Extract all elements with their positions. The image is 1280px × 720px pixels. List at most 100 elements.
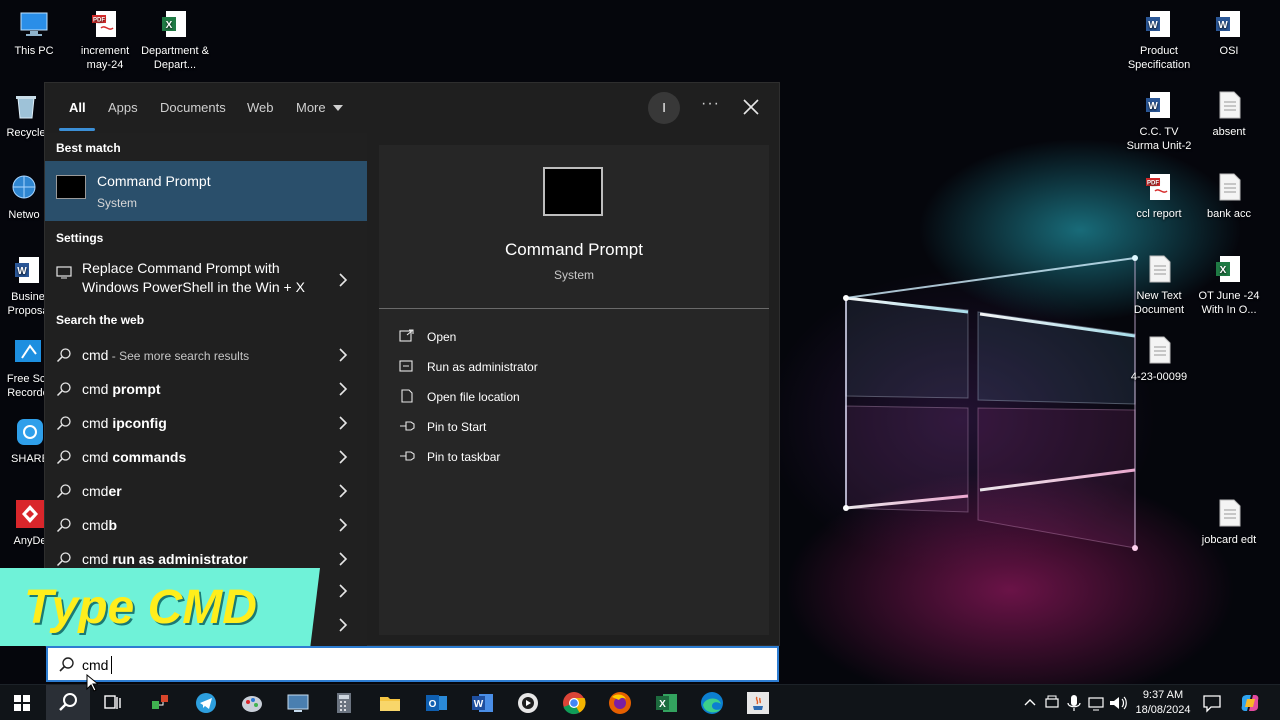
desktop-icon-bank-acc[interactable]: bank acc [1193,171,1265,221]
web-result-completion: ipconfig [112,415,167,431]
web-result-row[interactable]: cmder [45,473,367,507]
recycle-bin-icon [16,96,36,119]
more-options-button[interactable]: ··· [701,95,720,113]
app-icon-chrome[interactable] [560,689,588,717]
web-result-query: cmd [82,347,109,363]
desktop-icon-new-text-document[interactable]: New Text Document [1123,253,1195,317]
detail-divider [379,308,769,309]
svg-text:W: W [474,699,484,710]
copilot-icon[interactable] [1236,689,1264,717]
detail-app-name: Command Prompt [505,240,643,259]
app-icon-outlook[interactable]: O [422,689,450,717]
action-run-as-administrator[interactable]: Run as administrator [399,356,699,378]
chevron-right-icon[interactable] [338,552,348,566]
web-result-completion: b [108,517,118,533]
web-result-row[interactable]: cmdb [45,507,367,541]
taskbar: O W X 9:37 AM 18/08/2024 [0,684,1280,720]
active-tab-indicator [59,128,95,131]
app-icon-word[interactable]: W [468,689,496,717]
desktop-icon-jobcard-edt[interactable]: jobcard edt [1193,497,1265,547]
app-icon-java[interactable] [744,689,772,717]
web-result-row[interactable]: cmd ipconfig [45,405,367,439]
app-icon-network-tool[interactable] [146,689,174,717]
app-icon-paint[interactable] [238,689,266,717]
chevron-right-icon[interactable] [338,618,348,632]
chevron-right-icon[interactable] [338,348,348,362]
web-result-row[interactable]: cmd commands [45,439,367,473]
app-icon-firefox[interactable] [606,689,634,717]
best-match-result[interactable]: Command Prompt System [45,161,367,221]
desktop-icon-ccl-report[interactable]: PDF ccl report [1123,171,1195,221]
detail-app-subtitle: System [553,268,594,282]
best-match-name: Command Prompt [97,173,211,189]
desktop-icon-osi[interactable]: W OSI [1193,8,1265,58]
excel-document-icon: X [162,11,186,37]
screen-recorder-icon [15,340,41,362]
chevron-right-icon[interactable] [338,584,348,598]
chevron-right-icon[interactable] [338,273,348,287]
desktop-icon-label: absent [1212,126,1246,138]
chevron-right-icon[interactable] [338,484,348,498]
windows-start-icon[interactable] [8,689,36,717]
desktop-icon-absent[interactable]: absent [1193,89,1265,139]
search-icon [56,518,71,533]
user-avatar[interactable]: I [648,92,680,124]
settings-result-powershell[interactable]: Replace Command Prompt with Windows Powe… [45,259,367,301]
desktop-icon-product-specification[interactable]: W Product Specification [1123,8,1195,72]
desktop-icon-4-23-00099[interactable]: 4-23-00099 [1123,334,1195,384]
tab-documents[interactable]: Documents [160,100,226,115]
svg-text:W: W [1148,20,1158,31]
task-view-icon[interactable] [98,689,126,717]
desktop-icon-department-excel[interactable]: X Department & Depart... [139,8,211,72]
desktop-icon-increment-pdf[interactable]: PDF increment may-24 [69,8,141,72]
web-result-text: cmdb [82,517,117,533]
notifications-icon[interactable] [1198,689,1226,717]
action-open[interactable]: Open [399,326,699,348]
chevron-down-icon [333,105,344,111]
app-icon-excel[interactable]: X [652,689,680,717]
web-result-query: cmd [82,517,109,533]
taskbar-clock[interactable]: 9:37 AM 18/08/2024 [1132,688,1194,718]
search-icon [56,450,71,465]
app-icon-calculator[interactable] [330,689,358,717]
tutorial-caption-banner: Type CMD [0,568,320,646]
app-icon-remote-desktop[interactable] [284,689,312,717]
taskbar-search-button[interactable] [46,685,90,720]
chevron-right-icon[interactable] [338,416,348,430]
chevron-right-icon[interactable] [338,518,348,532]
word-document-icon: W [1216,11,1240,37]
open-icon [399,329,414,342]
close-icon[interactable] [741,97,761,117]
tab-web[interactable]: Web [247,100,274,115]
app-icon-media-player[interactable] [514,689,542,717]
web-result-row[interactable]: cmd prompt [45,371,367,405]
chevron-right-icon[interactable] [338,382,348,396]
chevron-right-icon[interactable] [338,450,348,464]
tab-all[interactable]: All [69,100,86,115]
tab-apps[interactable]: Apps [108,100,138,115]
action-pin-to-taskbar[interactable]: Pin to taskbar [399,446,699,468]
action-run-as-admin-label: Run as administrator [427,360,538,374]
svg-text:W: W [1148,101,1158,112]
app-icon-edge[interactable] [698,689,726,717]
svg-text:W: W [1218,20,1228,31]
search-input[interactable] [82,654,682,676]
text-document-icon [1149,255,1171,283]
pin-icon [400,451,415,461]
best-match-subtitle: System [97,196,138,210]
web-result-row[interactable]: cmd - See more search results [45,337,367,371]
action-open-file-location[interactable]: Open file location [399,386,699,408]
desktop-icon-this-pc[interactable]: This PC [0,8,70,58]
desktop-icon-cctv-surma[interactable]: W C.C. TV Surma Unit-2 [1123,89,1195,153]
search-icon [59,693,77,711]
action-pin-to-start[interactable]: Pin to Start [399,416,699,438]
desktop-icon-label: This PC [14,45,54,57]
desktop-icon-ot-june[interactable]: X OT June -24 With In O... [1193,253,1265,317]
web-result-completion: prompt [112,381,161,397]
desktop-icon-label: Product Specification [1127,45,1191,71]
volume-icon[interactable] [1104,689,1132,717]
taskbar-search-box[interactable] [46,646,779,682]
tab-more[interactable]: More [296,100,344,115]
app-icon-telegram[interactable] [192,689,220,717]
app-icon-file-explorer[interactable] [376,689,404,717]
